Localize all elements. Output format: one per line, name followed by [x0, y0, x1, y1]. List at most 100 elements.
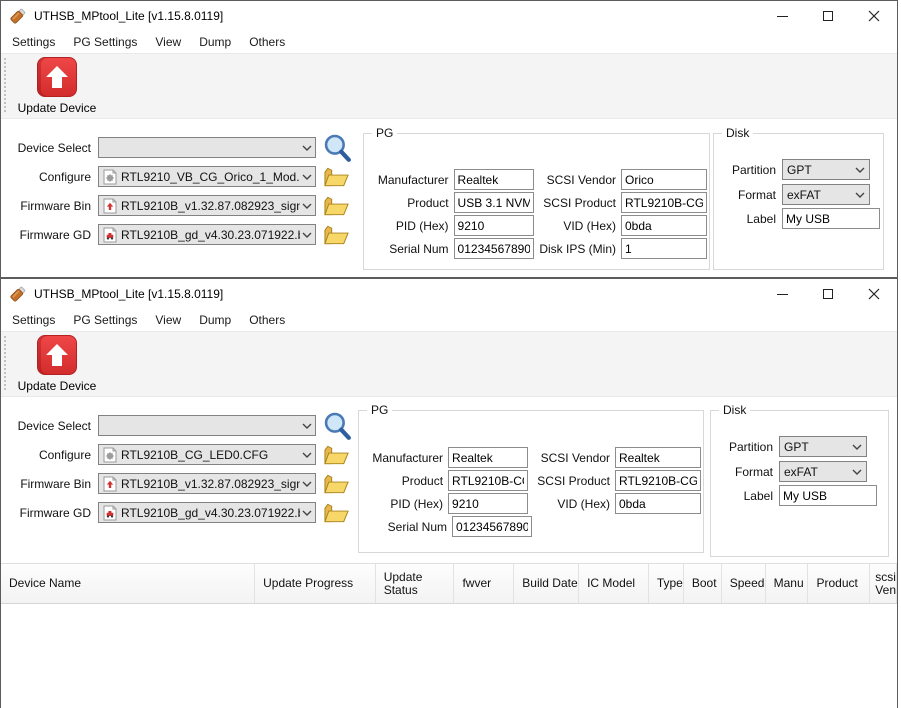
disk-label-field[interactable]: [782, 208, 880, 229]
menu-others[interactable]: Others: [240, 32, 294, 52]
format-label: Format: [715, 465, 773, 479]
firmware-gd-row: Firmware GD RTL9210B_gd_v4.30.23.071922.…: [1, 502, 350, 523]
menu-dump[interactable]: Dump: [190, 310, 240, 330]
browse-firmware-bin-button[interactable]: [323, 194, 350, 218]
product-field[interactable]: [448, 470, 528, 491]
serial-num-label: Serial Num: [363, 520, 447, 534]
serial-num-field[interactable]: [454, 238, 534, 259]
menu-settings[interactable]: Settings: [3, 310, 64, 330]
browse-firmware-gd-button[interactable]: [323, 223, 350, 247]
disk-group: Disk Partition GPT Format exFAT Label: [710, 410, 889, 557]
device-select-combo[interactable]: [98, 415, 316, 436]
search-device-button[interactable]: [322, 133, 352, 163]
toolbar: Update Device: [1, 331, 897, 397]
device-select-combo[interactable]: [98, 137, 316, 158]
manufacturer-field[interactable]: [454, 169, 534, 190]
close-button[interactable]: [851, 1, 897, 31]
configure-combo[interactable]: RTL9210_VB_CG_Orico_1_Mod.cfg: [98, 166, 316, 187]
browse-firmware-bin-button[interactable]: [323, 472, 350, 496]
browse-configure-button[interactable]: [323, 165, 350, 189]
scsi-vendor-field[interactable]: [615, 447, 701, 468]
pg-group-title: PG: [367, 403, 392, 417]
scsi-product-field[interactable]: [615, 470, 701, 491]
search-device-button[interactable]: [322, 411, 352, 441]
column-product[interactable]: Product: [808, 564, 870, 603]
serial-num-field[interactable]: [452, 516, 532, 537]
format-combo[interactable]: exFAT: [782, 184, 870, 205]
chevron-down-icon: [302, 232, 312, 238]
bin-file-icon: [102, 476, 118, 492]
update-device-button[interactable]: Update Device: [12, 334, 102, 393]
minimize-icon: [777, 294, 788, 295]
column-ic-model[interactable]: IC Model: [579, 564, 649, 603]
pid-label: PID (Hex): [368, 219, 449, 233]
column-fwver[interactable]: fwver: [454, 564, 514, 603]
pid-field[interactable]: [448, 493, 528, 514]
format-combo[interactable]: exFAT: [779, 461, 867, 482]
menu-pg-settings[interactable]: PG Settings: [64, 32, 146, 52]
scsi-product-field[interactable]: [621, 192, 707, 213]
product-field[interactable]: [454, 192, 534, 213]
device-select-row: Device Select: [1, 415, 352, 436]
minimize-button[interactable]: [759, 279, 805, 309]
configure-label: Configure: [1, 448, 91, 462]
toolbar-gripper[interactable]: [4, 336, 6, 392]
usb-drive-icon: [9, 285, 27, 303]
toolbar: Update Device: [1, 53, 897, 119]
maximize-button[interactable]: [805, 279, 851, 309]
menu-bar: Settings PG Settings View Dump Others: [1, 309, 897, 331]
partition-combo[interactable]: GPT: [779, 436, 867, 457]
firmware-gd-combo[interactable]: RTL9210B_gd_v4.30.23.071922.bin: [98, 502, 316, 523]
update-device-icon: [37, 335, 77, 375]
column-manu[interactable]: Manu: [766, 564, 809, 603]
maximize-button[interactable]: [805, 1, 851, 31]
partition-value: GPT: [787, 163, 853, 177]
scsi-vendor-field[interactable]: [621, 169, 707, 190]
column-boot[interactable]: Boot: [684, 564, 722, 603]
menu-view[interactable]: View: [146, 310, 190, 330]
menu-others[interactable]: Others: [240, 310, 294, 330]
menu-view[interactable]: View: [146, 32, 190, 52]
firmware-gd-row: Firmware GD RTL9210B_gd_v4.30.23.071922.…: [1, 224, 350, 245]
vid-field[interactable]: [615, 493, 701, 514]
vid-label: VID (Hex): [534, 219, 616, 233]
disk-label-field[interactable]: [779, 485, 877, 506]
menu-settings[interactable]: Settings: [3, 32, 64, 52]
disk-group-title: Disk: [722, 126, 753, 140]
browse-configure-button[interactable]: [323, 443, 350, 467]
browse-firmware-gd-button[interactable]: [323, 501, 350, 525]
device-table-body[interactable]: [1, 604, 897, 708]
chevron-down-icon: [855, 167, 865, 173]
column-build-date[interactable]: Build Date: [514, 564, 579, 603]
column-scsi-ven[interactable]: scsi Ven: [870, 564, 897, 603]
column-speed[interactable]: Speed: [722, 564, 766, 603]
app-window-2: UTHSB_MPtool_Lite [v1.15.8.0119] Setting…: [0, 278, 898, 708]
firmware-bin-label: Firmware Bin: [1, 477, 91, 491]
manufacturer-field[interactable]: [448, 447, 528, 468]
vid-field[interactable]: [621, 215, 707, 236]
column-type[interactable]: Type: [649, 564, 684, 603]
maximize-icon: [823, 11, 833, 21]
scsi-vendor-label: SCSI Vendor: [534, 173, 616, 187]
chevron-down-icon: [302, 174, 312, 180]
menu-pg-settings[interactable]: PG Settings: [64, 310, 146, 330]
pid-field[interactable]: [454, 215, 534, 236]
column-update-progress[interactable]: Update Progress: [255, 564, 376, 603]
firmware-bin-value: RTL9210B_v1.32.87.082923_signed.: [121, 199, 300, 213]
menu-dump[interactable]: Dump: [190, 32, 240, 52]
column-update-status[interactable]: Update Status: [376, 564, 455, 603]
column-device-name[interactable]: Device Name: [1, 564, 255, 603]
vid-label: VID (Hex): [528, 497, 610, 511]
partition-label: Partition: [715, 440, 773, 454]
update-device-button[interactable]: Update Device: [12, 56, 102, 115]
close-button[interactable]: [851, 279, 897, 309]
partition-combo[interactable]: GPT: [782, 159, 870, 180]
firmware-bin-combo[interactable]: RTL9210B_v1.32.87.082923_signed.: [98, 473, 316, 494]
toolbar-gripper[interactable]: [4, 58, 6, 114]
configure-combo[interactable]: RTL9210B_CG_LED0.CFG: [98, 444, 316, 465]
title-bar: UTHSB_MPtool_Lite [v1.15.8.0119]: [1, 1, 897, 31]
firmware-bin-combo[interactable]: RTL9210B_v1.32.87.082923_signed.: [98, 195, 316, 216]
disk-ips-field[interactable]: [621, 238, 707, 259]
minimize-button[interactable]: [759, 1, 805, 31]
firmware-gd-combo[interactable]: RTL9210B_gd_v4.30.23.071922.bin: [98, 224, 316, 245]
